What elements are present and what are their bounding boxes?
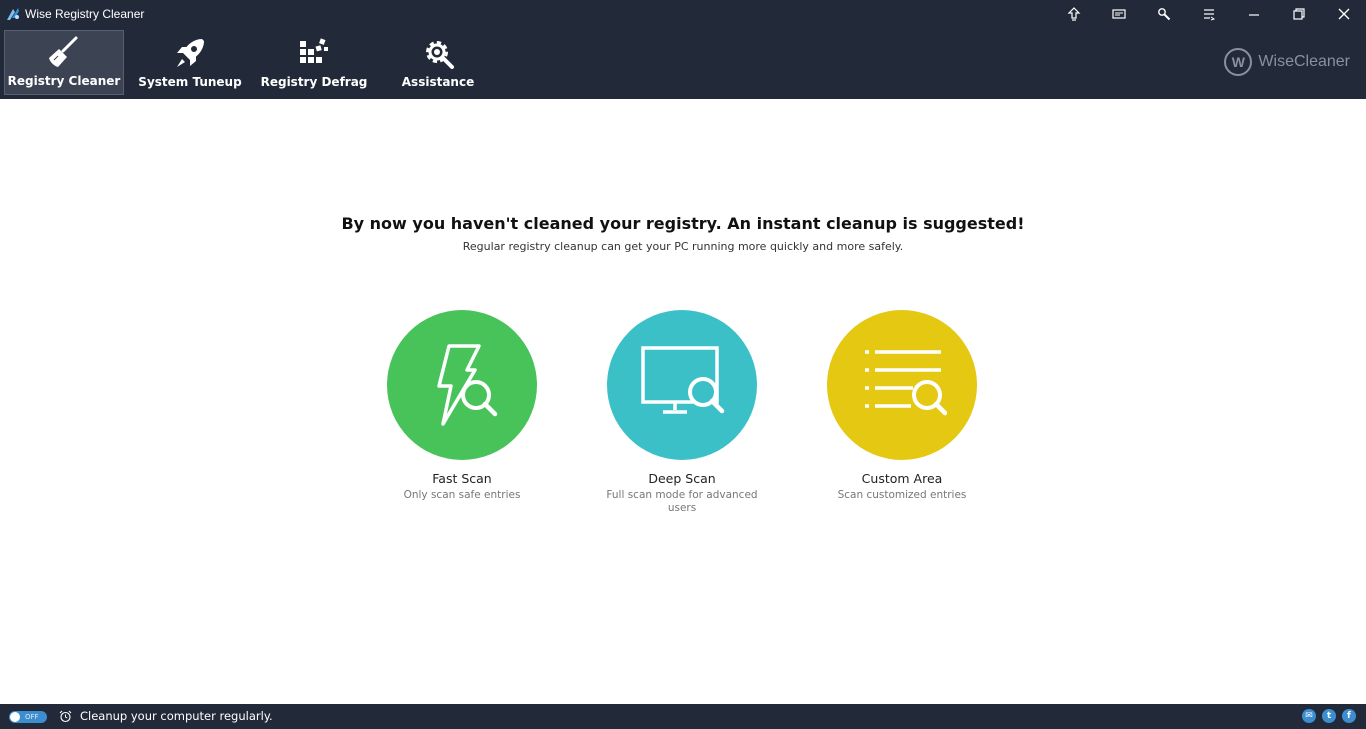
tab-label: Registry Cleaner (7, 74, 121, 88)
wisecleaner-logo: W (1224, 48, 1253, 76)
toggle-state-label: OFF (25, 713, 39, 721)
page-headline: By now you haven't cleaned your registry… (341, 214, 1025, 233)
tab-assistance[interactable]: Assistance (376, 30, 500, 95)
list-search-icon (865, 350, 947, 416)
deep-scan-option[interactable]: Deep Scan Full scan mode for advanced us… (597, 310, 767, 515)
app-logo-icon (7, 8, 19, 20)
scan-desc: Full scan mode for advanced users (606, 489, 758, 514)
tab-registry-cleaner[interactable]: Registry Cleaner (4, 30, 124, 95)
custom-area-option[interactable]: Custom Area Scan customized entries (817, 310, 987, 502)
wisecleaner-brand[interactable]: W WiseCleaner (1224, 48, 1350, 76)
settings-button[interactable] (1141, 0, 1186, 28)
menu-icon (1203, 9, 1215, 21)
tab-label: System Tuneup (138, 75, 242, 89)
rocket-icon (177, 39, 204, 67)
fast-scan-button[interactable] (387, 310, 537, 460)
scan-label: Custom Area (861, 471, 943, 486)
tab-registry-defrag[interactable]: Registry Defrag (252, 30, 376, 95)
tab-system-tuneup[interactable]: System Tuneup (128, 30, 252, 95)
upload-arrow-icon (1067, 7, 1080, 21)
email-icon[interactable]: ✉ (1302, 709, 1316, 723)
app-title-text: Wise Registry Cleaner (25, 7, 145, 21)
broom-icon (49, 36, 78, 67)
scan-desc: Only scan safe entries (403, 489, 521, 501)
minimize-button[interactable] (1231, 0, 1276, 28)
close-button[interactable] (1321, 0, 1366, 28)
scan-label: Deep Scan (648, 471, 716, 486)
gear-wrench-icon (426, 41, 454, 69)
brand-name: WiseCleaner (1258, 53, 1350, 70)
close-icon (1338, 8, 1349, 20)
facebook-icon[interactable]: f (1342, 709, 1356, 723)
toggle-knob (10, 712, 20, 722)
custom-area-button[interactable] (827, 310, 977, 460)
title-bar: Wise Registry Cleaner Registry Cleaner S… (0, 0, 1366, 99)
window-controls (1051, 0, 1366, 28)
main-tabs: Registry Cleaner System Tuneup Registry … (4, 30, 500, 95)
twitter-icon[interactable]: t (1322, 709, 1336, 723)
scan-desc: Scan customized entries (837, 489, 967, 501)
chat-icon (1111, 9, 1126, 19)
scan-label: Fast Scan (432, 471, 492, 486)
tab-label: Registry Defrag (260, 75, 368, 89)
status-message: Cleanup your computer regularly. (80, 709, 273, 723)
schedule-toggle[interactable]: OFF (9, 711, 47, 723)
menu-button[interactable] (1186, 0, 1231, 28)
monitor-search-icon (641, 346, 725, 414)
social-links: ✉ t f (1302, 709, 1356, 723)
defrag-icon (300, 38, 328, 63)
minimize-icon (1248, 14, 1259, 16)
feedback-button[interactable] (1096, 0, 1141, 28)
wrench-icon (1157, 8, 1170, 21)
fast-scan-option[interactable]: Fast Scan Only scan safe entries (377, 310, 547, 502)
status-bar: OFF Cleanup your computer regularly. ✉ t… (0, 704, 1366, 729)
app-title: Wise Registry Cleaner (5, 6, 144, 22)
upgrade-button[interactable] (1051, 0, 1096, 28)
tab-label: Assistance (401, 75, 475, 89)
alarm-clock-icon[interactable] (59, 710, 72, 723)
deep-scan-button[interactable] (607, 310, 757, 460)
page-subline: Regular registry cleanup can get your PC… (462, 240, 904, 253)
lightning-search-icon (437, 344, 498, 426)
restore-icon (1292, 8, 1305, 20)
restore-button[interactable] (1276, 0, 1321, 28)
